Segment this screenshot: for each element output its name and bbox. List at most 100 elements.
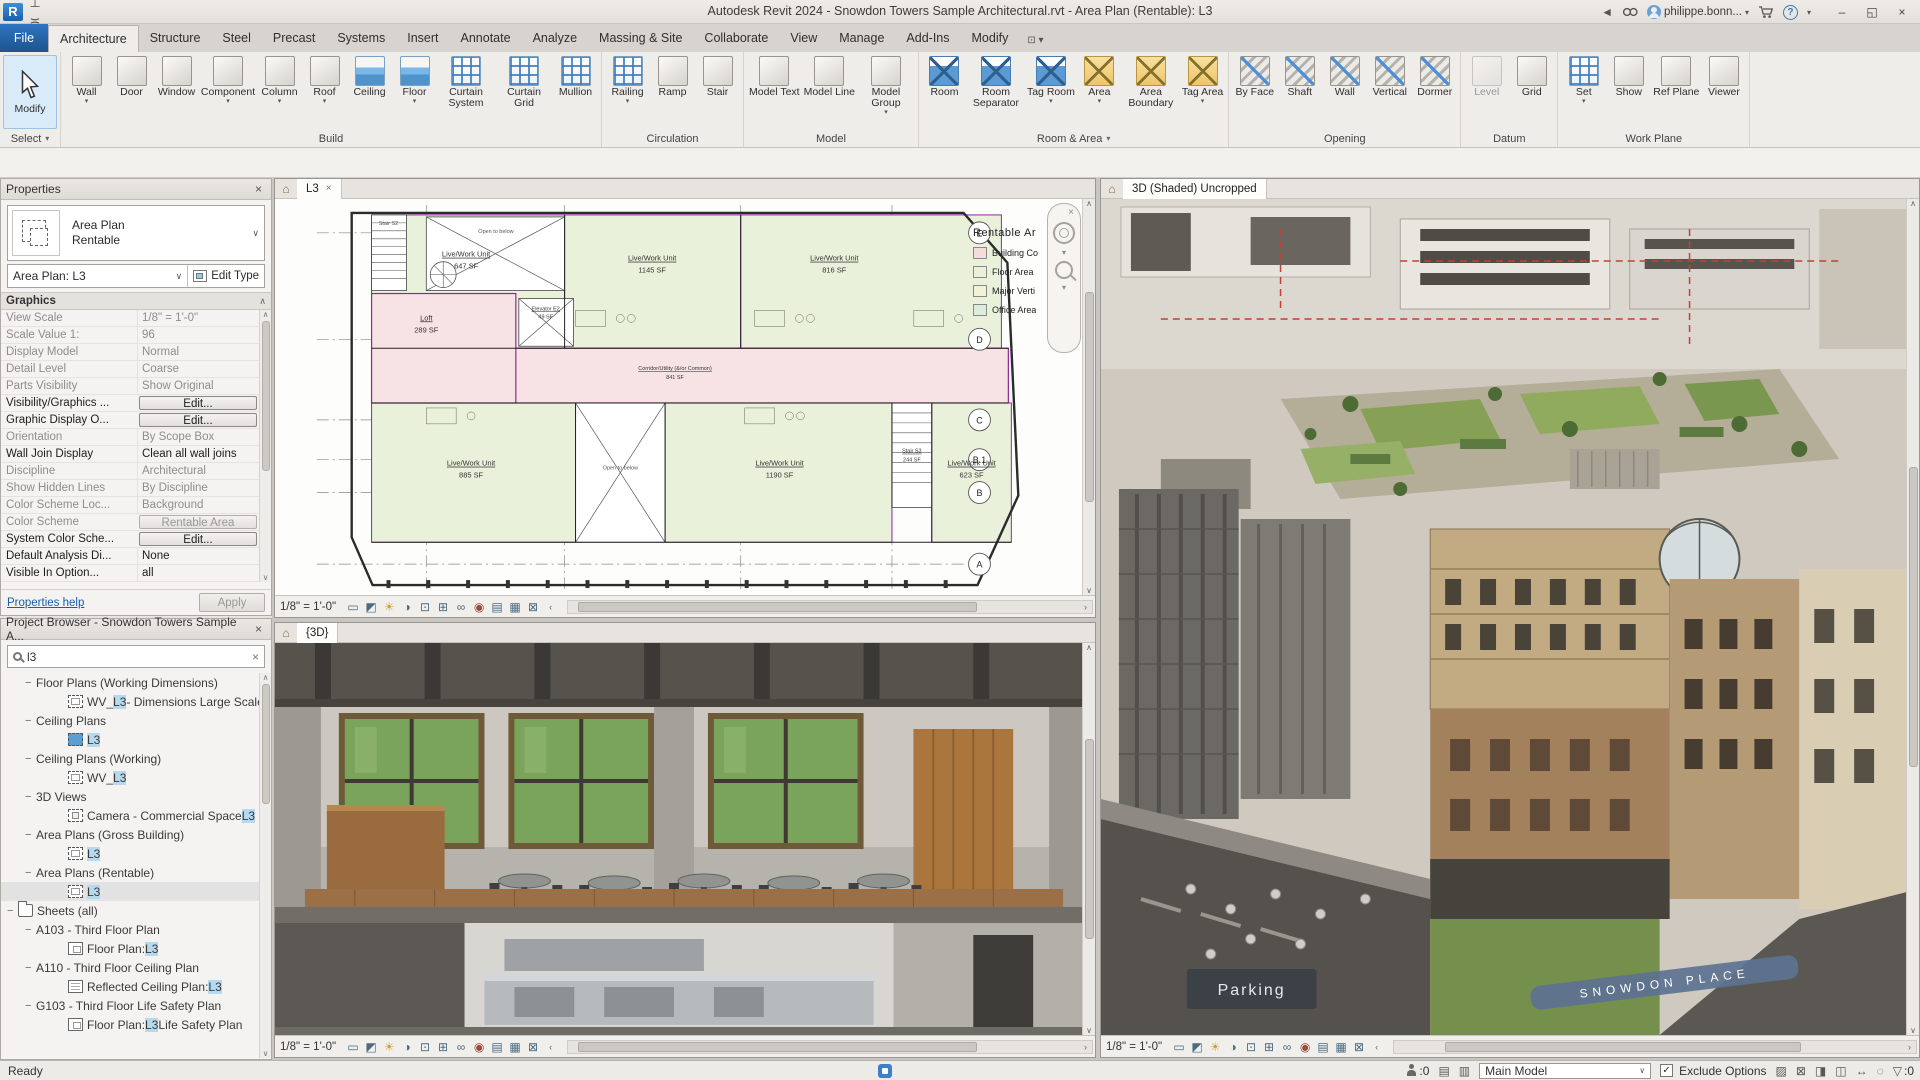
model-group-button[interactable]: Model Group ▾ xyxy=(857,55,915,116)
select-by-face-icon[interactable]: ◫ xyxy=(1835,1064,1846,1078)
property-row[interactable]: Detail Level Coarse xyxy=(1,361,271,378)
browser-search-box[interactable]: l3 × xyxy=(7,645,265,668)
tree-collapse-icon[interactable]: − xyxy=(25,791,36,803)
property-row[interactable]: Parts Visibility Show Original xyxy=(1,378,271,395)
crop-view-icon[interactable] xyxy=(416,1040,434,1054)
dormer-button[interactable]: Dormer ▾ xyxy=(1412,55,1457,98)
shadows-icon[interactable] xyxy=(1224,1040,1242,1054)
curtain-system-button[interactable]: Curtain System ▾ xyxy=(437,55,495,109)
background-processes-icon[interactable]: ◌ xyxy=(1877,1064,1884,1078)
tree-collapse-icon[interactable]: − xyxy=(25,962,36,974)
select-links-icon[interactable]: ▨ xyxy=(1776,1064,1787,1078)
ribbon-tab[interactable]: Analyze xyxy=(522,25,588,52)
ribbon-tab[interactable]: Collaborate xyxy=(693,25,779,52)
component-button[interactable]: Component ▾ xyxy=(199,55,257,105)
group-area-plans-rentable[interactable]: − Area Plans (Rentable) xyxy=(1,863,271,882)
scroll-right-icon[interactable]: › xyxy=(1079,1042,1092,1052)
view-ceiling-plan-l3[interactable]: L3 xyxy=(1,730,271,749)
search-clear-icon[interactable]: × xyxy=(252,650,259,664)
window-button[interactable]: Window ▾ xyxy=(154,55,199,98)
interior-vertical-scrollbar[interactable]: ∧ ∨ xyxy=(1082,643,1095,1035)
ramp-button[interactable]: Ramp ▾ xyxy=(650,55,695,98)
view-tab-3d[interactable]: {3D} xyxy=(297,622,339,643)
visual-style-icon[interactable] xyxy=(1188,1040,1206,1054)
minimize-button[interactable]: – xyxy=(1828,2,1856,22)
tab-close-icon[interactable]: × xyxy=(326,183,332,194)
ribbon-tab[interactable]: View xyxy=(779,25,828,52)
ceiling-button[interactable]: Ceiling ▾ xyxy=(347,55,392,98)
show-crop-icon[interactable] xyxy=(434,1040,452,1054)
view-scale-button[interactable]: 1/8" = 1'-0" xyxy=(1106,1041,1162,1053)
property-row[interactable]: System Color Sche... Edit... xyxy=(1,531,271,548)
temporary-properties-icon[interactable] xyxy=(1314,1040,1332,1054)
element-selector[interactable]: Area Plan: L3 xyxy=(8,269,176,283)
revit-logo[interactable]: R xyxy=(3,2,23,21)
crop-view-icon[interactable] xyxy=(416,600,434,614)
steering-wheel-icon[interactable] xyxy=(1053,222,1075,244)
help-icon[interactable]: ? xyxy=(1782,4,1798,20)
property-row[interactable]: Visibility/Graphics ... Edit... xyxy=(1,395,271,412)
app-store-cart-icon[interactable] xyxy=(1758,5,1774,19)
property-row[interactable]: Color Scheme Loc... Background xyxy=(1,497,271,514)
interior-3d-canvas[interactable]: ∧ ∨ xyxy=(275,643,1095,1035)
crop-view-icon[interactable] xyxy=(1242,1040,1260,1054)
property-row[interactable]: View Scale 1/8" = 1'-0" xyxy=(1,310,271,327)
scroll-left-icon[interactable]: ‹ xyxy=(544,1042,557,1052)
area-button[interactable]: Area ▾ xyxy=(1077,55,1122,105)
group-3d-views[interactable]: − 3D Views xyxy=(1,787,271,806)
project-browser-header[interactable]: Project Browser - Snowdon Towers Sample … xyxy=(1,615,271,643)
home-icon[interactable]: ⌂ xyxy=(275,182,297,196)
property-row[interactable]: Graphic Display O... Edit... xyxy=(1,412,271,429)
view-area-plan-rentable-l3[interactable]: L3 xyxy=(1,882,271,901)
property-row[interactable]: Display Model Normal xyxy=(1,344,271,361)
scroll-right-icon[interactable]: › xyxy=(1903,1042,1916,1052)
worksharing-display-icon[interactable] xyxy=(506,1040,524,1054)
project-browser-close-icon[interactable]: × xyxy=(251,622,266,636)
visual-style-icon[interactable] xyxy=(362,600,380,614)
edit-type-button[interactable]: Edit Type xyxy=(187,265,264,287)
constraints-icon[interactable] xyxy=(524,600,542,614)
sheet-a103-third-floor-plan[interactable]: − A103 - Third Floor Plan xyxy=(1,920,271,939)
view-wv-l3-ceiling[interactable]: WV_ L3 xyxy=(1,768,271,787)
properties-help-link[interactable]: Properties help xyxy=(7,597,84,609)
model-line-button[interactable]: Model Line ▾ xyxy=(802,55,857,98)
group-floor-plans-working-dimensions[interactable]: − Floor Plans (Working Dimensions) xyxy=(1,673,271,692)
room-button[interactable]: Room ▾ xyxy=(922,55,967,98)
scroll-right-icon[interactable]: › xyxy=(1079,602,1092,612)
property-row[interactable]: Scale Value 1: 96 xyxy=(1,327,271,344)
ribbon-tab[interactable]: Massing & Site xyxy=(588,25,693,52)
section-collapse-icon[interactable]: ∧ xyxy=(259,296,266,307)
group-area-plans-gross-building[interactable]: − Area Plans (Gross Building) xyxy=(1,825,271,844)
select-pinned-icon[interactable]: ◨ xyxy=(1815,1064,1826,1078)
navbar-close-icon[interactable]: × xyxy=(1068,207,1074,218)
ribbon-tab[interactable]: Precast xyxy=(262,25,326,52)
sheet-a110-third-floor-ceiling-plan[interactable]: − A110 - Third Floor Ceiling Plan xyxy=(1,958,271,977)
room-separator-button[interactable]: Room Separator ▾ xyxy=(967,55,1025,109)
view-tab-3d-shaded[interactable]: 3D (Shaded) Uncropped xyxy=(1123,178,1267,199)
scroll-left-icon[interactable]: ‹ xyxy=(544,602,557,612)
exterior-3d-canvas[interactable]: Parking SNOWDON PLACE ∧ ∨ xyxy=(1101,199,1919,1035)
tree-collapse-icon[interactable]: − xyxy=(25,753,36,765)
temporary-hide-icon[interactable] xyxy=(452,600,470,614)
ribbon-tab[interactable]: Structure xyxy=(139,25,212,52)
tree-collapse-icon[interactable]: − xyxy=(7,905,18,917)
group-ceiling-plans-working[interactable]: − Ceiling Plans (Working) xyxy=(1,749,271,768)
group-ceiling-plans[interactable]: − Ceiling Plans xyxy=(1,711,271,730)
railing-button[interactable]: Railing ▾ xyxy=(605,55,650,105)
view-scale-button[interactable]: 1/8" = 1'-0" xyxy=(280,601,336,613)
interior-horizontal-scrollbar[interactable]: › xyxy=(567,1039,1093,1054)
view-wv-l3-dimensions-large-scale[interactable]: WV_ L3 - Dimensions Large Scale xyxy=(1,692,271,711)
ribbon-tab[interactable]: Modify xyxy=(961,25,1020,52)
user-account-button[interactable]: philippe.bonn... ▾ xyxy=(1646,5,1749,19)
door-button[interactable]: Door ▾ xyxy=(109,55,154,98)
apply-button[interactable]: Apply xyxy=(199,593,265,612)
worksharing-display-icon[interactable] xyxy=(506,600,524,614)
view-tab-l3[interactable]: L3 × xyxy=(297,178,342,199)
reveal-hidden-icon[interactable] xyxy=(1296,1040,1314,1054)
sheet-view-l3-life-safety-plan[interactable]: Floor Plan: L3 Life Safety Plan xyxy=(1,1015,271,1034)
view-scale-button[interactable]: 1/8" = 1'-0" xyxy=(280,1041,336,1053)
browser-scrollbar[interactable]: ∧ ∨ xyxy=(259,673,271,1058)
grid-button[interactable]: Grid ▾ xyxy=(1509,55,1554,98)
property-row[interactable]: Discipline Architectural xyxy=(1,463,271,480)
ribbon-tab[interactable]: Architecture xyxy=(48,25,139,52)
